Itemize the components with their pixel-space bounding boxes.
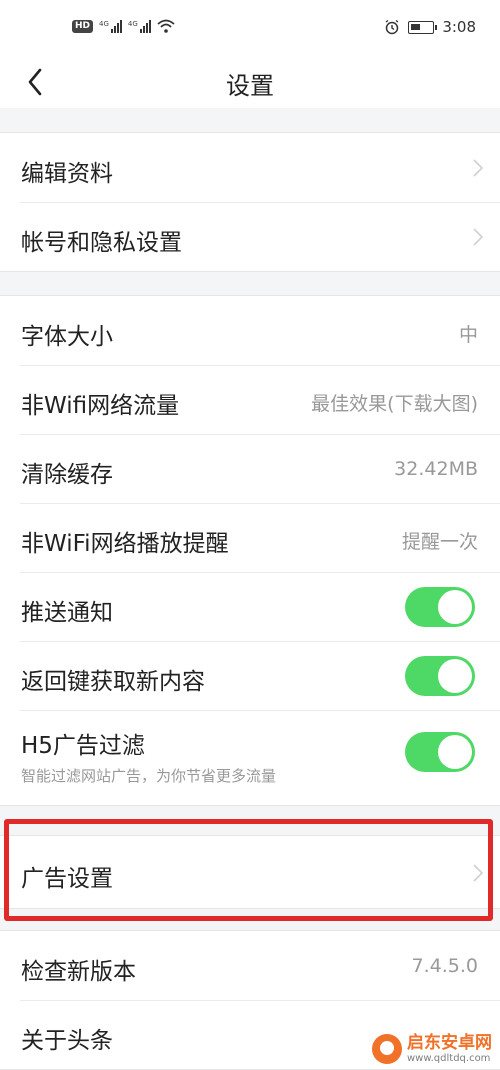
- chevron-right-icon: [473, 159, 484, 177]
- row-label: 关于头条: [21, 1028, 113, 1054]
- status-indicators: HD 4G 4G: [72, 19, 175, 33]
- row-label: 广告设置: [21, 866, 113, 892]
- toggle-knob: [438, 735, 472, 769]
- row-value: 中: [458, 324, 478, 346]
- account-privacy-row[interactable]: 帐号和隐私设置: [0, 202, 500, 271]
- row-label: 检查新版本: [21, 959, 136, 985]
- row-value: 提醒一次: [401, 531, 478, 553]
- network-label: 4G: [127, 20, 138, 28]
- push-notification-toggle[interactable]: [405, 587, 475, 627]
- profile-group: 编辑资料 帐号和隐私设置: [0, 132, 500, 272]
- alarm-icon: [385, 19, 399, 35]
- h5-ad-filter-toggle[interactable]: [405, 732, 475, 772]
- non-wifi-playback-row[interactable]: 非WiFi网络播放提醒 提醒一次: [0, 503, 500, 572]
- push-notification-row: 推送通知: [0, 572, 500, 641]
- row-label: 非WiFi网络播放提醒: [21, 531, 229, 557]
- clear-cache-row[interactable]: 清除缓存 32.42MB: [0, 434, 500, 503]
- wifi-icon: [157, 19, 175, 33]
- row-value: 32.42MB: [394, 458, 478, 480]
- non-wifi-traffic-row[interactable]: 非Wifi网络流量 最佳效果(下载大图): [0, 365, 500, 434]
- row-value: 最佳效果(下载大图): [311, 393, 478, 415]
- settings-group: 字体大小 中 非Wifi网络流量 最佳效果(下载大图) 清除缓存 32.42MB…: [0, 295, 500, 806]
- hd-badge: HD: [72, 20, 94, 33]
- row-label: 帐号和隐私设置: [21, 230, 182, 256]
- signal-icon: 4G: [128, 20, 151, 33]
- row-label: 字体大小: [21, 324, 113, 350]
- row-label: 推送通知: [21, 600, 113, 626]
- row-sublabel: 智能过滤网站广告，为你节省更多流量: [21, 767, 277, 785]
- watermark-url: www.qdltdq.com: [407, 1052, 491, 1064]
- row-label: 清除缓存: [21, 462, 113, 488]
- row-label: 返回键获取新内容: [21, 669, 205, 695]
- status-right: 3:08: [384, 18, 476, 36]
- ad-settings-row[interactable]: 广告设置: [0, 836, 500, 908]
- row-label: H5广告过滤: [21, 733, 145, 759]
- edit-profile-row[interactable]: 编辑资料: [0, 133, 500, 202]
- check-update-row[interactable]: 检查新版本 7.4.5.0: [0, 931, 500, 1000]
- row-label: 非Wifi网络流量: [21, 393, 180, 419]
- row-value: 7.4.5.0: [411, 955, 478, 977]
- chevron-right-icon: [473, 864, 484, 882]
- ad-settings-group: 广告设置: [0, 835, 500, 909]
- clock: 3:08: [442, 18, 476, 36]
- font-size-row[interactable]: 字体大小 中: [0, 296, 500, 365]
- page-title: 设置: [226, 72, 274, 100]
- status-bar: HD 4G 4G 3:08: [0, 0, 500, 58]
- toggle-knob: [438, 659, 472, 693]
- row-label: 编辑资料: [21, 161, 113, 187]
- nav-header: 设置: [0, 58, 500, 108]
- toggle-knob: [438, 590, 472, 624]
- back-refresh-toggle[interactable]: [405, 656, 475, 696]
- chevron-right-icon: [473, 228, 484, 246]
- watermark-name: 启东安卓网: [407, 1032, 492, 1053]
- back-refresh-row: 返回键获取新内容: [0, 641, 500, 710]
- watermark-logo-icon: [372, 1034, 402, 1064]
- h5-ad-filter-row: H5广告过滤 智能过滤网站广告，为你节省更多流量: [0, 710, 500, 805]
- signal-icon: 4G: [99, 20, 122, 33]
- battery-icon: [408, 20, 438, 34]
- watermark: 启东安卓网 www.qdltdq.com: [372, 1034, 492, 1064]
- network-label: 4G: [99, 20, 109, 28]
